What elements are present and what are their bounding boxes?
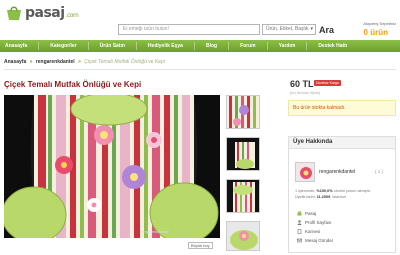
site-header: pasaj.com Ei emeği ürün bulun! Ürün, Eti… [0,0,400,40]
user-icon [297,220,302,225]
seller-feedback-value: %100,0% [316,189,333,193]
nav-divider [193,42,195,50]
section-divider [4,69,396,70]
nav-item-categories[interactable]: Kategoriler [50,43,76,49]
free-shipping-badge: Ücretsiz Kargo [314,80,341,86]
seller-link-message[interactable]: Mesaj Gönder [297,238,333,243]
seller-link-label: Karnesi [305,229,321,234]
cart-count[interactable]: 0 ürün [364,28,388,37]
seller-member-prefix: Üyelik tarihi: [295,195,317,199]
thumbnail-image [227,222,259,250]
nav-divider [135,42,137,50]
nav-item-blog[interactable]: Blog [206,43,217,49]
product-title: Çiçek Temalı Mutfak Önlüğü ve Kepi [4,80,142,89]
envelope-icon [297,238,303,243]
logo-name: pasaj [25,5,65,21]
nav-divider [228,42,230,50]
site-logo[interactable]: pasaj.com [4,4,79,22]
seller-panel: Üye Hakkında rengarenkdantel ( 1 ) 1 işl… [288,136,396,253]
seller-link-shop[interactable]: Pasaj [297,211,316,216]
product-price: 60 TL [290,79,314,89]
nav-divider [266,42,268,50]
seller-link-label: Mesaj Gönder [305,238,334,243]
seller-avatar[interactable] [295,162,315,182]
breadcrumb-current: Çiçek Temalı Mutfak Önlüğü ve Kepi [84,59,165,65]
seller-link-report-card[interactable]: Karnesi [297,229,320,234]
seller-feedback-prefix: 1 işleminde, [295,189,317,193]
nav-item-help[interactable]: Yardım [279,43,296,49]
thumbnail-image [227,138,259,170]
apron-photo [4,95,220,238]
seller-rating: ( 1 ) [375,169,384,174]
zoom-button[interactable]: Büyük boy [188,242,213,249]
thumbnail-4[interactable] [226,221,260,251]
main-navbar: Anasayfa Kategoriler Ürün Satın Hediyeli… [0,40,400,52]
nav-item-forum[interactable]: Forum [240,43,256,49]
seller-member-suffix: , İstanbul [330,195,346,199]
seller-name[interactable]: rengarenkdantel [319,169,355,175]
search-scope-value: Ürün, Etiket, Başlık [266,26,309,32]
document-icon [297,229,302,234]
shop-icon [297,211,302,216]
thumbnail-image [227,96,259,128]
thumbnail-1[interactable] [226,95,260,129]
search-input[interactable]: Ei emeği ürün bulun! [118,24,260,35]
logo-suffix: .com [65,12,79,19]
stock-status: Bu ürün stokta kalmadı. [288,100,396,116]
seller-member-date: 11.2009 [316,195,331,199]
breadcrumb-separator: » [78,59,81,65]
seller-feedback: 1 işleminde, %100,0% olumlu yorum almışt… [295,189,371,193]
cart-label: Alışveriş Sepetiniz [363,21,396,26]
price-note: (bu ürünün fiyatı) [290,90,321,95]
seller-link-label: Profil Sayfası [305,220,332,225]
image-watermark: rengarenkdantel [140,229,169,234]
logo-text: pasaj.com [25,5,79,21]
breadcrumb: Anasayfa » rengarenkdantel » Çiçek Temal… [4,59,165,65]
breadcrumb-home[interactable]: Anasayfa [4,59,26,65]
avatar-image [296,163,314,181]
search-button[interactable]: Ara [319,23,341,36]
thumbnail-image [227,180,259,212]
nav-divider [87,42,89,50]
nav-item-gifts[interactable]: Hediyelik Eşya [148,43,183,49]
nav-divider [306,42,308,50]
thumbnail-2[interactable] [226,137,260,171]
seller-feedback-suffix: olumlu yorum almıştır. [332,189,371,193]
chevron-down-icon: ▾ [310,26,313,32]
seller-link-profile[interactable]: Profil Sayfası [297,220,332,225]
seller-panel-title: Üye Hakkında [289,137,395,149]
breadcrumb-user[interactable]: rengarenkdantel [36,59,75,65]
product-main-image[interactable]: rengarenkdantel [4,95,220,238]
shopping-bag-icon [7,6,21,20]
seller-link-label: Pasaj [305,211,317,216]
nav-item-sell[interactable]: Ürün Satın [100,43,125,49]
nav-item-support[interactable]: Destek Hattı [318,43,347,49]
thumbnail-3[interactable] [226,179,260,213]
search-scope-select[interactable]: Ürün, Etiket, Başlık ▾ [262,24,316,35]
nav-item-home[interactable]: Anasayfa [5,43,27,49]
breadcrumb-separator: » [29,59,33,65]
seller-member-since: Üyelik tarihi: 11.2009, İstanbul [295,195,346,199]
nav-divider [38,42,40,50]
